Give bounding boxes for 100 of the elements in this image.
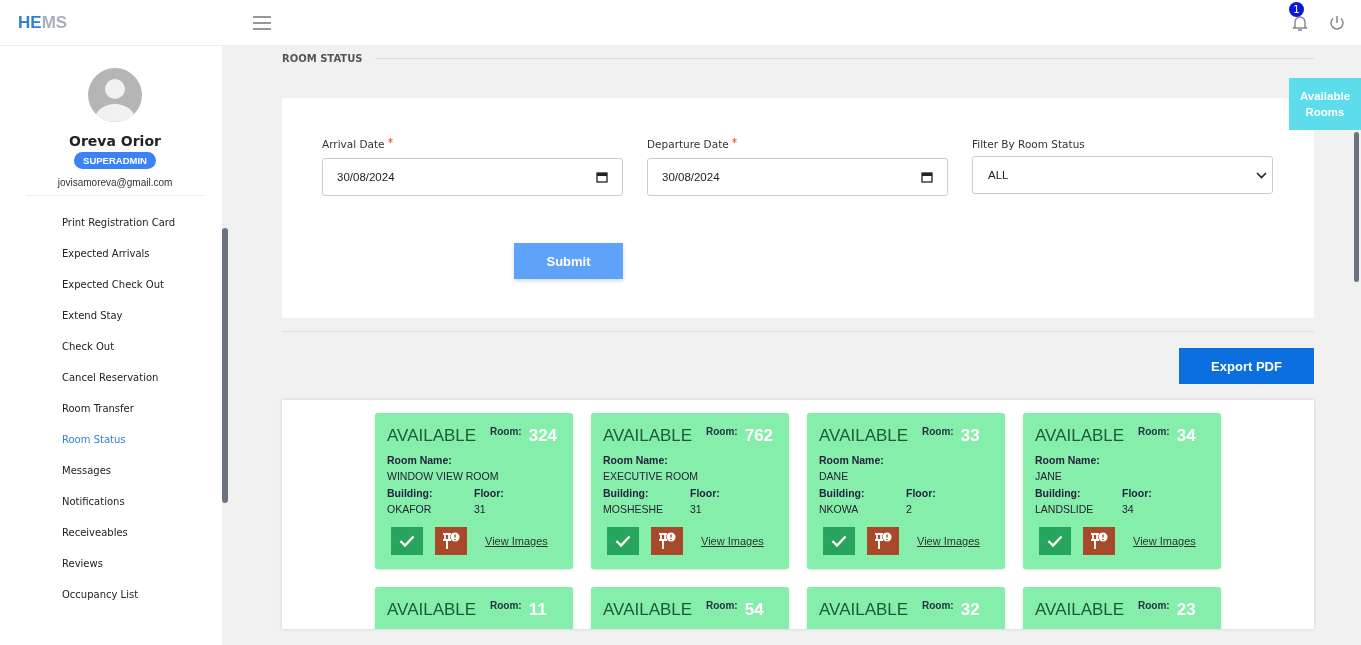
check-in-button[interactable]	[607, 527, 639, 555]
building-label: Building:	[1035, 487, 1082, 499]
room-name: DANE	[819, 470, 850, 482]
room-number: 762	[744, 426, 774, 446]
sidebar-item[interactable]: Print Registration Card	[62, 217, 176, 248]
building-label: Building:	[387, 487, 434, 499]
floor-number: 2	[906, 503, 913, 515]
room-name-label: Room Name:	[819, 454, 885, 466]
room-label: Room:	[922, 600, 954, 611]
sidebar-item[interactable]: Check Out	[62, 341, 115, 372]
check-in-button[interactable]	[391, 527, 423, 555]
room-number: 34	[1176, 426, 1196, 446]
power-icon[interactable]	[1328, 13, 1346, 32]
room-label: Room:	[490, 600, 522, 611]
calendar-icon	[596, 171, 608, 183]
required-icon	[387, 138, 393, 143]
date-field[interactable]: 30/08/2024	[647, 158, 948, 196]
checkmark-icon	[615, 535, 631, 547]
checkmark-icon	[831, 535, 847, 547]
building-name: OKAFOR	[387, 503, 433, 515]
sidebar-item[interactable]: Cancel Reservation	[62, 372, 159, 403]
room-number: 23	[1176, 600, 1196, 620]
room-name-label: Room Name:	[387, 454, 453, 466]
date-field[interactable]: 30/08/2024	[322, 158, 623, 196]
checkmark-icon	[1047, 535, 1063, 547]
sidebar-item[interactable]: Room Transfer	[62, 403, 134, 434]
room-number: 11	[528, 600, 547, 620]
floor-number: 31	[690, 503, 703, 515]
view-images-link[interactable]: View Images	[701, 535, 764, 547]
field-label: Departure Date	[647, 138, 729, 150]
view-images-link[interactable]: View Images	[1133, 535, 1196, 547]
maintenance-button[interactable]	[867, 527, 899, 555]
room-status: AVAILABLE	[819, 600, 910, 620]
sidebar-item[interactable]: Reviews	[62, 558, 103, 589]
room-label: Room:	[922, 426, 954, 437]
building-label: Building:	[819, 487, 866, 499]
notification-badge: 1	[1289, 1, 1304, 17]
sidebar-item[interactable]: Expected Arrivals	[62, 248, 150, 279]
role-badge: SUPERADMIN	[74, 152, 156, 169]
room-status: AVAILABLE	[603, 600, 694, 620]
sidebar-item[interactable]: Occupancy List	[62, 589, 139, 620]
pin-alert-icon	[657, 531, 677, 551]
view-images-link[interactable]: View Images	[917, 535, 980, 547]
floor-label: Floor:	[906, 487, 937, 499]
sidebar-item[interactable]: Expected Check Out	[62, 279, 164, 310]
sidebar-item[interactable]: Room Status	[62, 434, 126, 465]
pin-alert-icon	[1089, 531, 1109, 551]
page-title: ROOM STATUS	[282, 52, 363, 64]
room-name-label: Room Name:	[1035, 454, 1101, 466]
maintenance-button[interactable]	[1083, 527, 1115, 555]
room-status: AVAILABLE	[1035, 600, 1126, 620]
status-dropdown[interactable]: ALL	[972, 156, 1273, 194]
room-number: 324	[528, 426, 558, 446]
menu-icon[interactable]	[252, 15, 272, 30]
required-icon	[731, 138, 737, 143]
floor-number: 34	[1122, 503, 1135, 515]
room-label: Room:	[706, 600, 738, 611]
building-label: Building:	[603, 487, 650, 499]
room-label: Room:	[706, 426, 738, 437]
logo[interactable]: HEMS	[18, 12, 78, 33]
user-email: jovisamoreva@gmail.com	[57, 177, 173, 188]
room-status: AVAILABLE	[819, 426, 910, 446]
pin-alert-icon	[873, 531, 893, 551]
field-label: Arrival Date	[322, 138, 385, 150]
bell-icon[interactable]	[1292, 13, 1308, 32]
room-number: 54	[744, 600, 764, 620]
export-pdf-button[interactable]: Export PDF	[1179, 348, 1314, 384]
room-number: 32	[960, 600, 980, 620]
calendar-icon	[921, 171, 933, 183]
room-name: JANE	[1035, 470, 1063, 482]
user-name: Oreva Orior	[69, 133, 161, 149]
floor-number: 31	[474, 503, 487, 515]
room-status: AVAILABLE	[1035, 426, 1126, 446]
building-name: MOSHESHE	[603, 503, 665, 515]
checkmark-icon	[399, 535, 415, 547]
room-status: AVAILABLE	[387, 600, 478, 620]
sidebar-item[interactable]: Notifications	[62, 496, 125, 527]
page-scrollbar-thumb[interactable]	[1354, 132, 1359, 282]
floor-label: Floor:	[1122, 487, 1153, 499]
sidebar-item[interactable]: Receiveables	[62, 527, 128, 558]
room-name-label: Room Name:	[603, 454, 669, 466]
scrollbar-thumb[interactable]	[222, 228, 228, 503]
view-images-link[interactable]: View Images	[485, 535, 548, 547]
check-in-button[interactable]	[1039, 527, 1071, 555]
room-label: Room:	[1138, 600, 1170, 611]
room-name: WINDOW VIEW ROOM	[387, 470, 500, 482]
maintenance-button[interactable]	[651, 527, 683, 555]
room-label: Room:	[490, 426, 522, 437]
sidebar-item[interactable]: Extend Stay	[62, 310, 123, 341]
avatar-icon	[87, 67, 143, 123]
room-number: 33	[960, 426, 980, 446]
floor-label: Floor:	[690, 487, 721, 499]
maintenance-button[interactable]	[435, 527, 467, 555]
pin-alert-icon	[441, 531, 461, 551]
floor-label: Floor:	[474, 487, 505, 499]
check-in-button[interactable]	[823, 527, 855, 555]
room-status: AVAILABLE	[387, 426, 478, 446]
chevron-down-icon	[1256, 171, 1267, 179]
room-status: AVAILABLE	[603, 426, 694, 446]
sidebar-item[interactable]: Messages	[62, 465, 112, 496]
